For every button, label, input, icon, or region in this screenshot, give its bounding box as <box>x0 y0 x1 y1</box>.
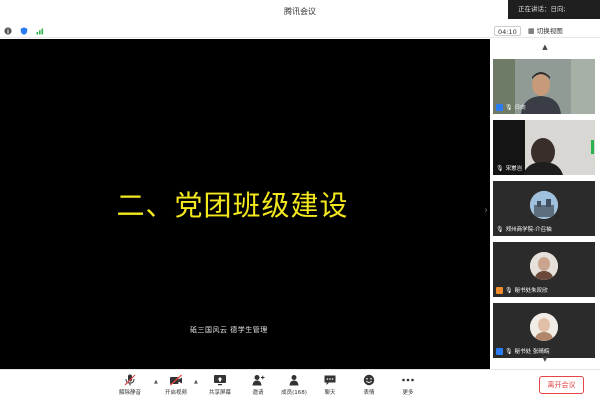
participant-name: 秘书处 张晴皖 <box>514 349 550 355</box>
participant-label: 🎙 宋崽岂 <box>496 164 523 173</box>
speaking-indicator: 正在讲话：日向; <box>508 0 600 19</box>
user-icon <box>496 286 503 294</box>
avatar <box>530 252 558 280</box>
share-screen-icon <box>214 375 226 386</box>
more-label: 更多 <box>402 390 414 396</box>
switch-view-button[interactable]: ▦ 切换视图 <box>528 26 563 36</box>
bottom-toolbar: 解除静音 ▲ 开启视频 ▲ 共享屏幕 邀请 成员(168) 聊天 表情 更多 离… <box>0 369 600 400</box>
chat-label: 聊天 <box>324 390 336 396</box>
invite-label: 邀请 <box>252 390 264 396</box>
share-screen-label: 共享屏幕 <box>208 390 231 396</box>
mic-icon: 🎙 <box>496 225 504 233</box>
participant-name: 宋崽岂 <box>505 166 523 172</box>
user-icon <box>496 347 503 355</box>
camera-off-icon <box>170 374 182 386</box>
members-label: 成员(168) <box>281 390 307 396</box>
mic-icon: 🎙 <box>505 286 513 294</box>
reactions-label: 表情 <box>363 390 375 396</box>
shared-screen[interactable]: 二、党团班级建设 砥三国风云 德学生管理 › <box>0 39 490 369</box>
more-button[interactable]: 更多 <box>390 373 426 399</box>
info-icon[interactable] <box>4 27 12 35</box>
participant-name: 秘书处朱叹欣 <box>514 288 548 294</box>
emoji-icon <box>363 374 375 386</box>
chat-button[interactable]: 聊天 <box>312 373 348 399</box>
reactions-button[interactable]: 表情 <box>351 373 387 399</box>
invite-button[interactable]: 邀请 <box>240 373 276 399</box>
members-icon <box>289 375 299 386</box>
avatar <box>530 313 558 341</box>
unmute-label: 解除静音 <box>118 390 141 396</box>
unmute-button[interactable]: 解除静音 <box>112 373 148 399</box>
more-icon <box>402 378 414 382</box>
mic-icon: 🎙 <box>505 347 513 355</box>
title-bar: 腾讯会议 正在讲话：日向; <box>0 0 600 24</box>
meeting-timer: 04:10 <box>494 26 521 36</box>
shield-icon[interactable] <box>20 27 28 35</box>
participant-label: 🎙 日向 <box>496 103 526 111</box>
participant-panel: ▲ 🎙 日向 🎙 宋崽岂 🎙 郑州商学院-介召袖 🎙 秘书处朱叹欣 🎙 秘书处 … <box>490 39 600 369</box>
start-video-label: 开启视频 <box>164 390 187 396</box>
scroll-up-icon[interactable]: ▲ <box>490 43 600 51</box>
participant-name: 日向 <box>514 105 526 111</box>
user-icon <box>496 103 503 111</box>
video-options-caret-icon[interactable]: ▲ <box>194 379 198 385</box>
members-button[interactable]: 成员(168) <box>276 373 312 399</box>
participant-name: 郑州商学院-介召袖 <box>505 227 552 233</box>
grid-icon: ▦ <box>528 27 535 35</box>
leave-meeting-button[interactable]: 离开会议 <box>539 376 584 394</box>
collapse-panel-icon[interactable]: › <box>484 205 488 216</box>
scroll-down-icon[interactable]: ▼ <box>490 355 600 363</box>
participant-label: 🎙 郑州商学院-介召袖 <box>496 225 552 234</box>
participant-tile[interactable]: 🎙 秘书处朱叹欣 <box>493 242 595 297</box>
participant-tile[interactable]: 🎙 秘书处 张晴皖 <box>493 303 595 358</box>
info-bar: 04:10 ▦ 切换视图 <box>0 24 600 38</box>
participant-label: 🎙 秘书处朱叹欣 <box>496 286 548 294</box>
add-user-icon <box>252 375 265 386</box>
avatar <box>530 191 558 219</box>
microphone-muted-icon <box>124 374 136 386</box>
start-video-button[interactable]: 开启视频 <box>158 373 194 399</box>
participant-tile[interactable]: 🎙 郑州商学院-介召袖 <box>493 181 595 236</box>
participant-tile[interactable]: 🎙 宋崽岂 <box>493 120 595 175</box>
slide-footer: 砥三国风云 德学生管理 <box>190 326 268 334</box>
volume-indicator <box>591 140 594 154</box>
switch-view-label: 切换视图 <box>536 27 563 35</box>
participant-tile[interactable]: 🎙 日向 <box>493 59 595 114</box>
participant-label: 🎙 秘书处 张晴皖 <box>496 347 549 355</box>
chat-icon <box>324 375 336 385</box>
share-screen-button[interactable]: 共享屏幕 <box>202 373 238 399</box>
signal-icon[interactable] <box>36 27 44 35</box>
slide-title: 二、党团班级建设 <box>116 189 349 222</box>
meeting-window: 腾讯会议 正在讲话：日向; 04:10 ▦ 切换视图 二、党团班级建设 砥三国风… <box>0 0 600 400</box>
mic-icon: 🎙 <box>505 103 513 111</box>
mic-icon: 🎙 <box>496 164 504 172</box>
